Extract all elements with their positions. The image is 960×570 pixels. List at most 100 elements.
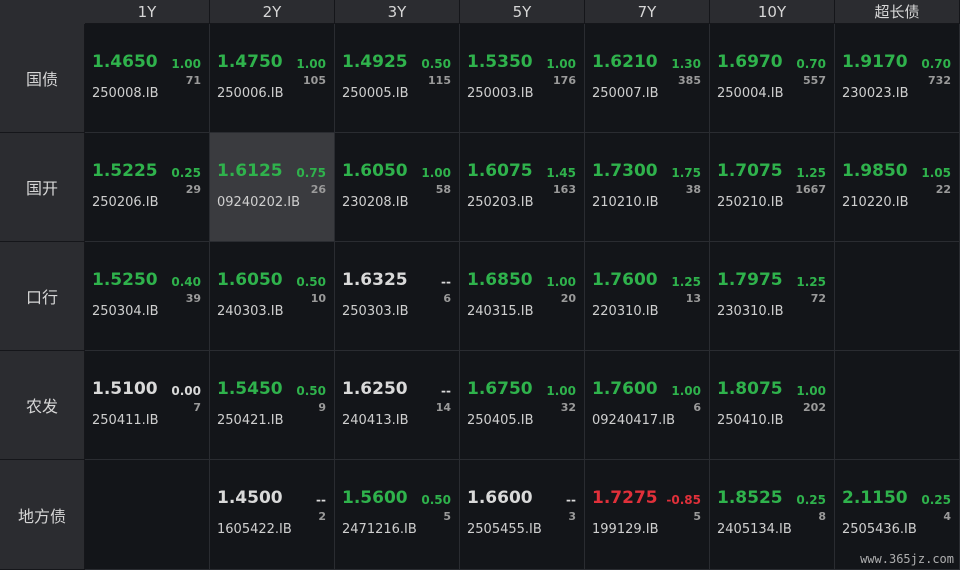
quote-volume: 22 — [935, 183, 951, 196]
quote-cell[interactable]: 1.7275 -0.85 5 199129.IB — [585, 460, 710, 570]
quote-cell[interactable]: 1.7075 1.25 1667 250210.IB — [710, 133, 835, 242]
quote-cell[interactable]: 1.7600 1.25 13 220310.IB — [585, 242, 710, 351]
quote-cell[interactable]: 1.8075 1.00 202 250410.IB — [710, 351, 835, 460]
quote-cell[interactable]: 1.5450 0.50 9 250421.IB — [210, 351, 335, 460]
quote-cell[interactable]: 1.4750 1.00 105 250006.IB — [210, 24, 335, 133]
quote-cell[interactable]: 1.4500 -- 2 1605422.IB — [210, 460, 335, 570]
quote-cell[interactable]: 1.6850 1.00 20 240315.IB — [460, 242, 585, 351]
row-header[interactable]: 国债 — [0, 24, 85, 133]
quote-price: 1.5350 — [467, 52, 533, 72]
quote-change: 0.25 — [171, 166, 201, 180]
bond-code: 2505436.IB — [842, 522, 917, 537]
quote-price: 1.4750 — [217, 52, 283, 72]
column-header[interactable]: 7Y — [585, 0, 710, 24]
quote-cell[interactable]: 1.5350 1.00 176 250003.IB — [460, 24, 585, 133]
quote-cell[interactable]: 1.7600 1.00 6 09240417.IB — [585, 351, 710, 460]
quote-change: -- — [441, 275, 451, 289]
row-header[interactable]: 口行 — [0, 242, 85, 351]
bond-code: 250008.IB — [92, 86, 159, 101]
quote-volume: 7 — [193, 401, 201, 414]
quote-volume: 72 — [810, 292, 826, 305]
quote-change: 0.50 — [296, 384, 326, 398]
quote-volume: 8 — [818, 510, 826, 523]
quote-cell[interactable]: 1.7300 1.75 38 210210.IB — [585, 133, 710, 242]
quote-price: 1.6050 — [342, 161, 408, 181]
quote-change: 1.00 — [546, 57, 576, 71]
column-header[interactable]: 3Y — [335, 0, 460, 24]
quote-cell[interactable]: 1.6050 0.50 10 240303.IB — [210, 242, 335, 351]
empty-quote-cell — [835, 242, 960, 351]
bond-code: 09240202.IB — [217, 195, 301, 210]
quote-change: 1.00 — [421, 166, 451, 180]
quote-cell[interactable]: 1.5250 0.40 39 250304.IB — [85, 242, 210, 351]
quote-cell[interactable]: 1.6050 1.00 58 230208.IB — [335, 133, 460, 242]
column-header[interactable]: 1Y — [85, 0, 210, 24]
quote-cell[interactable]: 1.5225 0.25 29 250206.IB — [85, 133, 210, 242]
column-header[interactable]: 2Y — [210, 0, 335, 24]
quote-price: 2.1150 — [842, 488, 908, 508]
bond-code: 210220.IB — [842, 195, 909, 210]
bond-code: 210210.IB — [592, 195, 659, 210]
quote-cell[interactable]: 1.4925 0.50 115 250005.IB — [335, 24, 460, 133]
quote-price: 1.9850 — [842, 161, 908, 181]
quote-price: 1.6750 — [467, 379, 533, 399]
row-header[interactable]: 国开 — [0, 133, 85, 242]
quote-volume: 3 — [568, 510, 576, 523]
quote-change: -0.85 — [666, 493, 701, 507]
column-header[interactable]: 5Y — [460, 0, 585, 24]
quote-price: 1.6250 — [342, 379, 408, 399]
quote-price: 1.8075 — [717, 379, 783, 399]
quote-cell[interactable]: 1.9850 1.05 22 210220.IB — [835, 133, 960, 242]
quote-cell[interactable]: 1.6750 1.00 32 250405.IB — [460, 351, 585, 460]
quote-price: 1.6970 — [717, 52, 783, 72]
quote-change: 1.00 — [671, 384, 701, 398]
quote-volume: 39 — [185, 292, 201, 305]
row-header[interactable]: 地方债 — [0, 460, 85, 570]
quote-cell[interactable]: 1.7975 1.25 72 230310.IB — [710, 242, 835, 351]
quote-cell[interactable]: 1.6250 -- 14 240413.IB — [335, 351, 460, 460]
empty-quote-cell — [835, 351, 960, 460]
quote-price: 1.5225 — [92, 161, 158, 181]
quote-change: 0.75 — [296, 166, 326, 180]
quote-change: 0.50 — [421, 493, 451, 507]
column-header[interactable]: 超长债 — [835, 0, 960, 24]
quote-cell[interactable]: 1.6325 -- 6 250303.IB — [335, 242, 460, 351]
grid-corner — [0, 0, 85, 24]
quote-price: 1.7600 — [592, 270, 658, 290]
quote-volume: 38 — [685, 183, 701, 196]
quote-volume: 5 — [693, 510, 701, 523]
quote-volume: 10 — [310, 292, 326, 305]
quote-change: 1.25 — [796, 275, 826, 289]
quote-cell[interactable]: 1.5600 0.50 5 2471216.IB — [335, 460, 460, 570]
quote-cell[interactable]: 1.9170 0.70 732 230023.IB — [835, 24, 960, 133]
quote-price: 1.4650 — [92, 52, 158, 72]
bond-code: 250421.IB — [217, 413, 284, 428]
quote-price: 1.4500 — [217, 488, 283, 508]
quote-cell[interactable]: 1.6075 1.45 163 250203.IB — [460, 133, 585, 242]
quote-cell[interactable]: 1.8525 0.25 8 2405134.IB — [710, 460, 835, 570]
quote-cell[interactable]: 1.6125 0.75 26 09240202.IB — [210, 133, 335, 242]
quote-cell[interactable]: 1.4650 1.00 71 250008.IB — [85, 24, 210, 133]
quote-cell[interactable]: 1.6970 0.70 557 250004.IB — [710, 24, 835, 133]
quote-price: 1.5450 — [217, 379, 283, 399]
quote-volume: 163 — [553, 183, 576, 196]
quote-volume: 13 — [685, 292, 701, 305]
bond-code: 250303.IB — [342, 304, 409, 319]
bond-code: 240413.IB — [342, 413, 409, 428]
quote-cell[interactable]: 1.6600 -- 3 2505455.IB — [460, 460, 585, 570]
quote-price: 1.5100 — [92, 379, 158, 399]
quote-cell[interactable]: 1.6210 1.30 385 250007.IB — [585, 24, 710, 133]
bond-code: 250304.IB — [92, 304, 159, 319]
quote-price: 1.5250 — [92, 270, 158, 290]
quote-price: 1.7975 — [717, 270, 783, 290]
bond-code: 240303.IB — [217, 304, 284, 319]
bond-code: 250007.IB — [592, 86, 659, 101]
quote-cell[interactable]: 1.5100 0.00 7 250411.IB — [85, 351, 210, 460]
quote-change: 1.45 — [546, 166, 576, 180]
row-header[interactable]: 农发 — [0, 351, 85, 460]
bond-code: 250003.IB — [467, 86, 534, 101]
quote-volume: 14 — [435, 401, 451, 414]
column-header[interactable]: 10Y — [710, 0, 835, 24]
bond-code: 250004.IB — [717, 86, 784, 101]
quote-change: 1.25 — [796, 166, 826, 180]
